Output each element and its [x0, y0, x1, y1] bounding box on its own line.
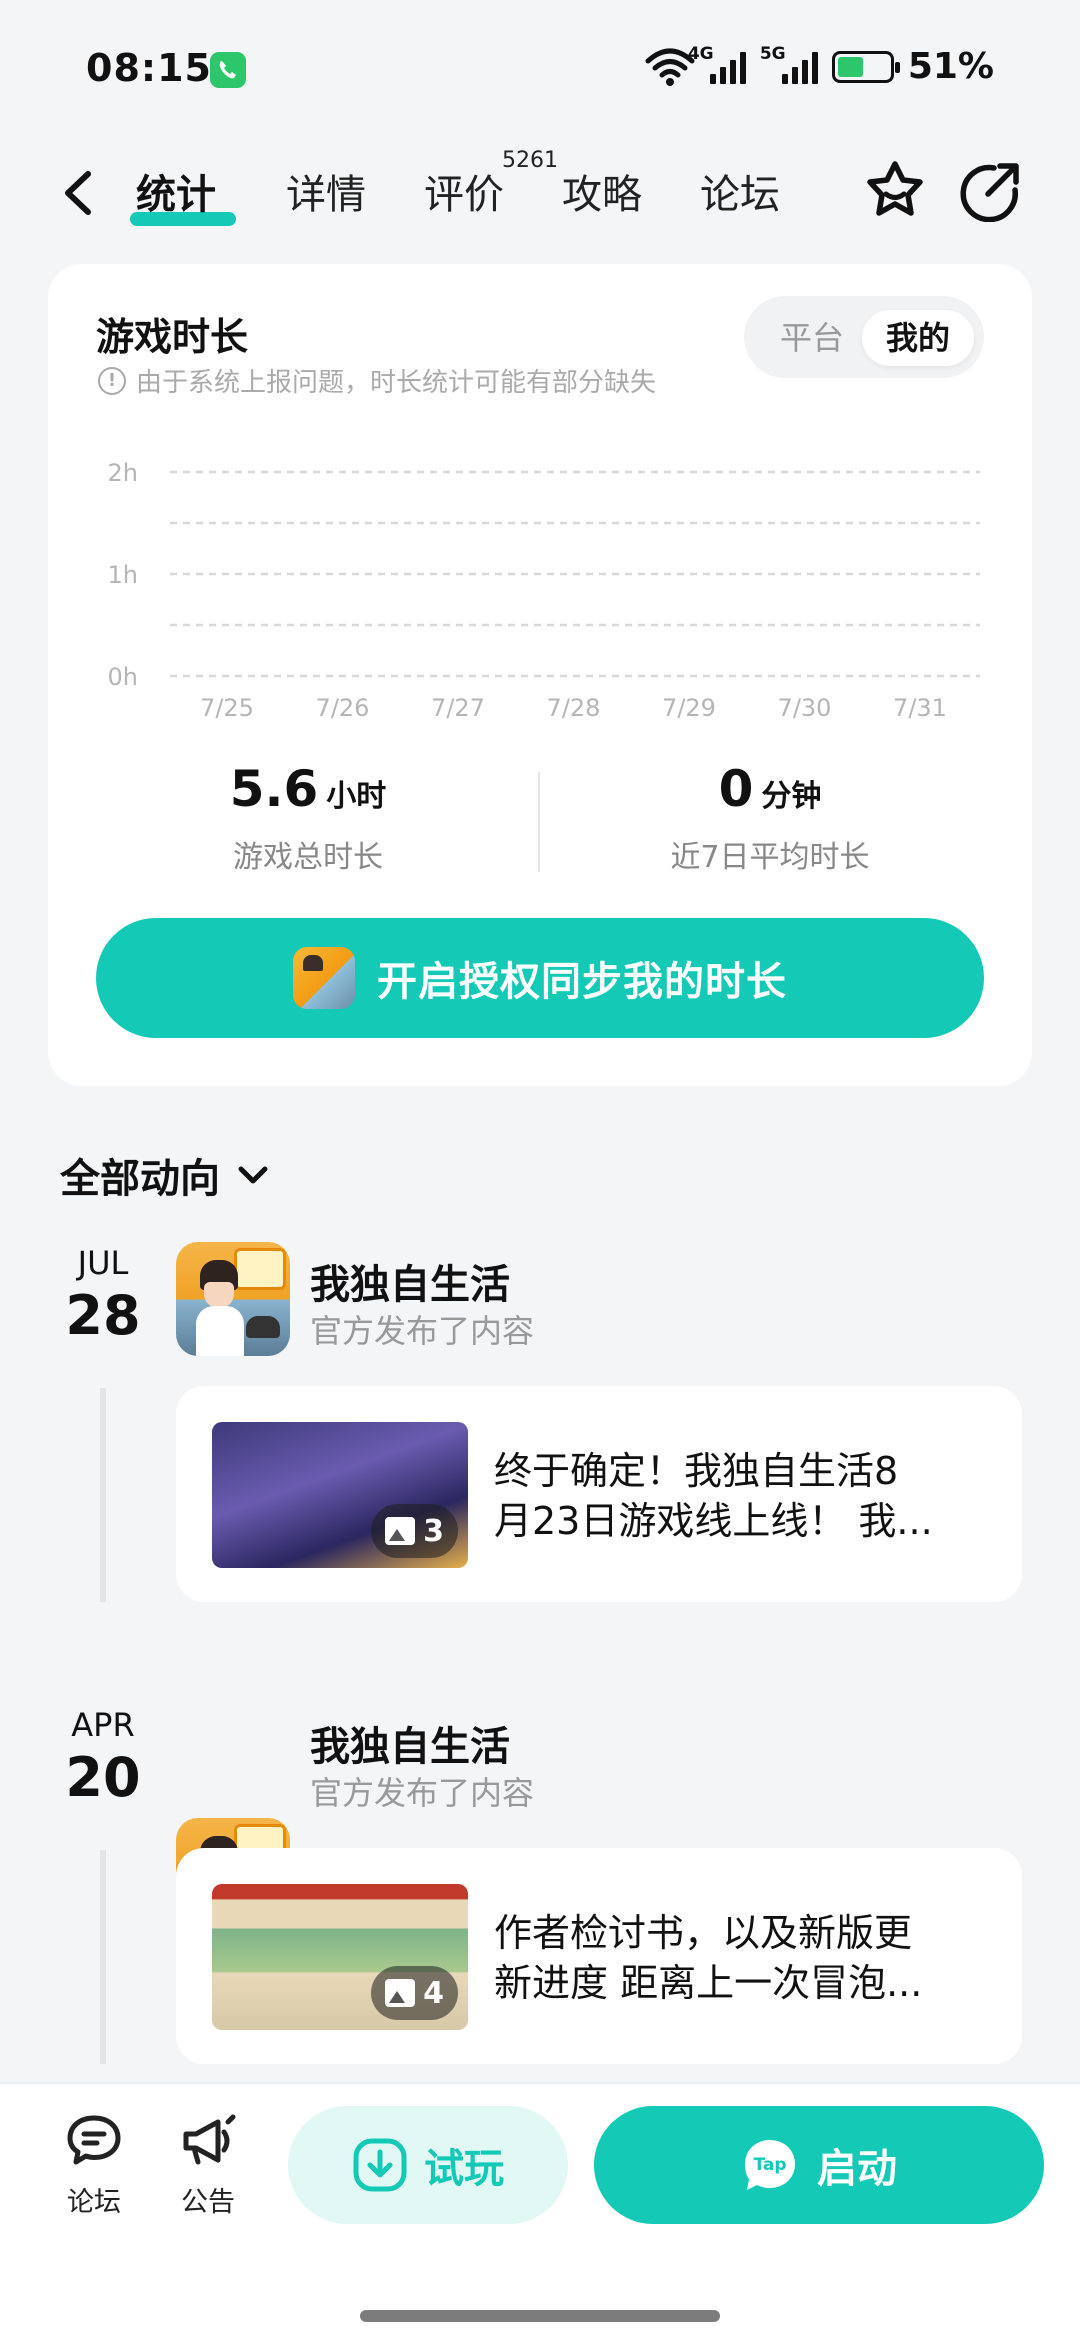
tab-guides[interactable]: 攻略	[562, 162, 642, 220]
image-count: 3	[423, 1513, 444, 1549]
average-playtime-label: 近7日平均时长	[670, 840, 870, 875]
post-title-line: 月23日游戏线上线！ 我...	[494, 1499, 933, 1543]
home-indicator	[360, 2310, 720, 2322]
review-count-badge: 5261	[502, 148, 558, 173]
stat-divider	[538, 772, 540, 872]
playtime-chart: 2h 1h 0h 7/25 7/26 7/27 7/28 7/29 7/30 7/31	[108, 459, 980, 722]
chart-x-tick: 7/26	[316, 694, 370, 722]
chart-y-tick: 2h	[108, 459, 138, 487]
post-thumbnail: 3	[212, 1422, 468, 1568]
launch-button[interactable]: Tap 启动	[594, 2106, 1044, 2224]
segment-platform[interactable]: 平台	[762, 310, 862, 366]
post-card[interactable]: 4 作者检讨书，以及新版更 新进度 距离上一次冒泡...	[176, 1848, 1022, 2064]
post-title: 终于确定！我独自生活8 月23日游戏线上线！ 我...	[494, 1446, 964, 1546]
chat-bubble-icon	[67, 2115, 121, 2165]
chart-y-tick: 0h	[108, 663, 138, 691]
launch-label: 启动	[817, 2146, 897, 2192]
game-icon-small	[293, 947, 355, 1009]
playtime-note: ! 由于系统上报问题，时长统计可能有部分缺失	[98, 362, 656, 399]
tap-logo-icon: Tap	[745, 2140, 795, 2190]
playtime-title: 游戏时长	[96, 315, 249, 359]
chart-x-tick: 7/29	[662, 694, 716, 722]
image-count-badge: 3	[371, 1504, 458, 1558]
total-playtime-value: 5.6	[229, 760, 319, 818]
feed-author[interactable]: 我独自生活	[310, 1714, 510, 1772]
post-thumbnail: 4	[212, 1884, 468, 2030]
trial-button[interactable]: 试玩	[288, 2106, 568, 2224]
post-title: 作者检讨书，以及新版更 新进度 距离上一次冒泡...	[494, 1908, 964, 2008]
forum-label: 论坛	[67, 2187, 121, 2218]
feed-author[interactable]: 我独自生活	[310, 1252, 510, 1310]
tab-forum[interactable]: 论坛	[700, 162, 780, 220]
status-indicators: 4G 5G 51%	[644, 44, 994, 87]
total-playtime-unit: 小时	[326, 779, 387, 814]
image-icon	[385, 1979, 416, 2007]
authorize-sync-label: 开启授权同步我的时长	[377, 959, 787, 1005]
authorize-sync-button[interactable]: 开启授权同步我的时长	[96, 918, 984, 1038]
average-playtime-unit: 分钟	[761, 779, 822, 814]
signal-4g-icon: 4G	[688, 44, 746, 84]
post-title-line: 作者检讨书，以及新版更	[494, 1911, 913, 1955]
tab-details[interactable]: 详情	[286, 162, 366, 220]
battery-icon	[831, 50, 900, 83]
info-icon: !	[98, 366, 126, 395]
phone-call-icon	[210, 52, 246, 88]
game-avatar[interactable]	[176, 1242, 290, 1356]
tab-stats[interactable]: 统计	[136, 162, 216, 220]
chevron-down-icon	[238, 1166, 268, 1184]
average-playtime-stat: 0 分钟 近7日平均时长	[570, 760, 970, 876]
tab-reviews[interactable]: 评价	[424, 162, 504, 220]
timeline-line	[100, 1388, 106, 1602]
image-count: 4	[423, 1975, 444, 2011]
status-time: 08:15	[86, 46, 212, 90]
feed-date-month: APR	[71, 1706, 135, 1744]
download-circle-icon	[353, 2138, 407, 2192]
chart-y-tick: 1h	[108, 561, 138, 589]
chart-x-tick: 7/31	[893, 694, 947, 722]
battery-percent: 51%	[907, 46, 994, 87]
chart-x-tick: 7/30	[778, 694, 832, 722]
chart-x-tick: 7/25	[200, 694, 254, 722]
chart-x-tick: 7/28	[547, 694, 601, 722]
feed-filter-label: 全部动向	[60, 1156, 220, 1202]
forum-button[interactable]: 论坛	[44, 2110, 144, 2219]
tap-logo-text: Tap	[753, 2155, 786, 2175]
notice-button[interactable]: 公告	[158, 2110, 258, 2219]
chart-x-tick: 7/27	[431, 694, 485, 722]
total-playtime-stat: 5.6 小时 游戏总时长	[108, 760, 508, 876]
feed-date-day: 28	[65, 1284, 141, 1347]
megaphone-icon	[183, 2114, 236, 2165]
feed-date-day: 20	[65, 1746, 141, 1809]
post-card[interactable]: 3 终于确定！我独自生活8 月23日游戏线上线！ 我...	[176, 1386, 1022, 1602]
feed-action: 官方发布了内容	[310, 1774, 535, 1812]
notice-label: 公告	[181, 2187, 235, 2218]
signal-5g-icon: 5G	[760, 44, 818, 84]
total-playtime-label: 游戏总时长	[233, 840, 383, 875]
post-title-line: 新进度 距离上一次冒泡...	[494, 1961, 923, 2005]
image-count-badge: 4	[371, 1966, 458, 2020]
feed-filter[interactable]: 全部动向	[60, 1146, 268, 1204]
back-arrow-icon[interactable]	[58, 168, 98, 218]
feed-action: 官方发布了内容	[310, 1312, 535, 1350]
feed-date-month: JUL	[77, 1244, 129, 1282]
segment-mine[interactable]: 我的	[862, 310, 974, 366]
share-icon[interactable]	[960, 160, 1022, 222]
timeline-line	[100, 1850, 106, 2064]
trial-label: 试玩	[424, 2146, 504, 2192]
image-icon	[385, 1517, 416, 1545]
favorite-star-icon[interactable]	[862, 158, 928, 224]
playtime-note-text: 由于系统上报问题，时长统计可能有部分缺失	[136, 368, 657, 398]
post-title-line: 终于确定！我独自生活8	[494, 1449, 899, 1493]
average-playtime-value: 0	[718, 760, 754, 818]
